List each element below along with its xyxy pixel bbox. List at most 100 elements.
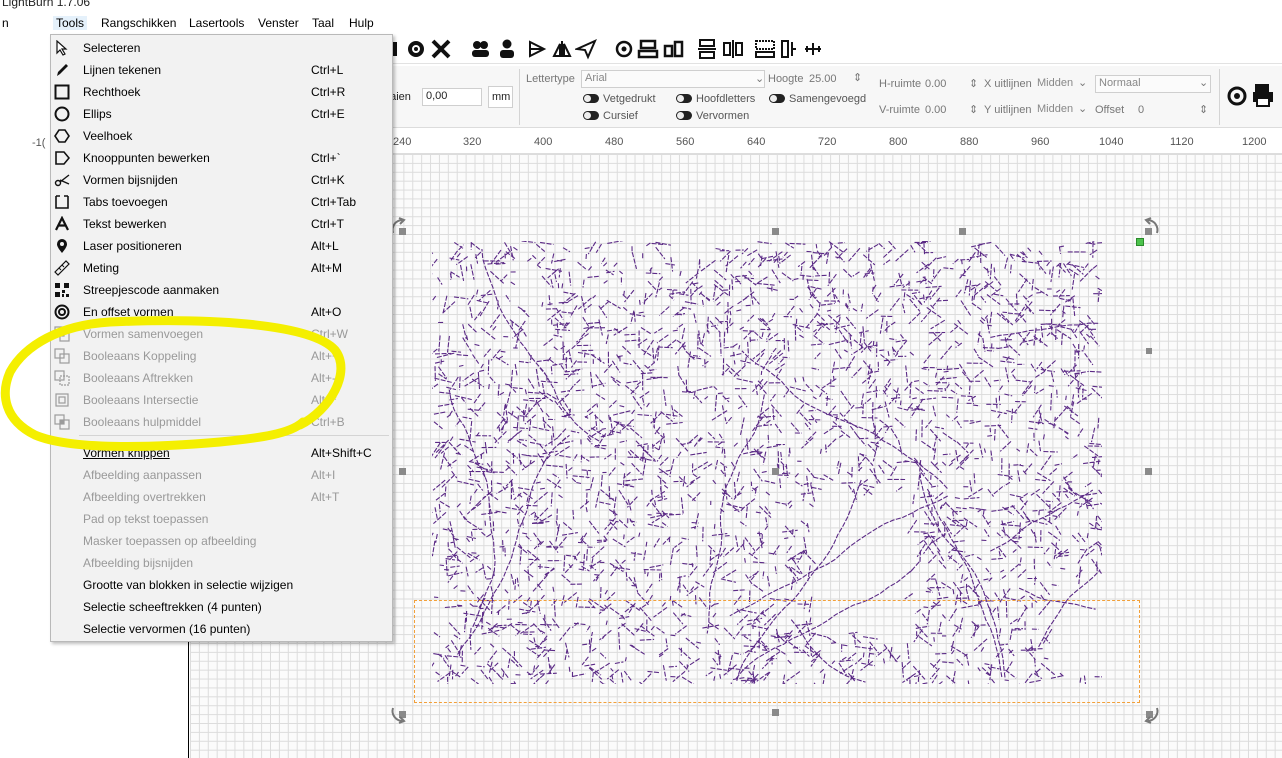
- menu-item-boolean-subtract[interactable]: Booleaans Aftrekken Alt+-: [51, 367, 392, 389]
- selection-handle[interactable]: [1145, 468, 1152, 475]
- menu-item-boolean-intersect[interactable]: Booleaans Intersectie Alt+*: [51, 389, 392, 411]
- mirror-vertical-icon[interactable]: [551, 38, 573, 60]
- selection-handle[interactable]: [959, 228, 966, 235]
- users-icon[interactable]: [469, 38, 491, 60]
- ruler-label: 1040: [1099, 136, 1124, 148]
- menu-item-draw-lines[interactable]: Lijnen tekenen Ctrl+L: [51, 59, 392, 81]
- settings-icon[interactable]: [405, 38, 427, 60]
- spacing-icon[interactable]: [778, 38, 800, 60]
- menu-item-warp-4-points[interactable]: Selectie scheeftrekken (4 punten): [51, 596, 392, 618]
- menu-item-label: Pad op tekst toepassen: [83, 512, 209, 526]
- menu-item-resize-slots[interactable]: Grootte van blokken in selectie wijzigen: [51, 574, 392, 596]
- caps-toggle[interactable]: Hoofdletters: [676, 93, 755, 105]
- rotate-handle-icon[interactable]: [1142, 216, 1162, 236]
- offset-value[interactable]: 0: [1138, 104, 1144, 116]
- menu-item-boolean-union[interactable]: Booleaans Koppeling Alt++: [51, 345, 392, 367]
- menu-item-rectangle[interactable]: Rechthoek Ctrl+R: [51, 81, 392, 103]
- bold-toggle[interactable]: Vetgedrukt: [583, 93, 656, 105]
- cursor-arrow-icon: [56, 40, 68, 56]
- main-toolbar: [393, 34, 1282, 64]
- menu-help[interactable]: Hulp: [349, 16, 374, 30]
- menu-item-trim-shapes[interactable]: Vormen bijsnijden Ctrl+K: [51, 169, 392, 191]
- menu-item-shortcut: Alt+L: [311, 239, 339, 253]
- scissors-icon: [54, 174, 70, 187]
- menu-item-path-on-text[interactable]: Pad op tekst toepassen: [51, 508, 392, 530]
- menu-item-trace-image[interactable]: Afbeelding overtrekken Alt+T: [51, 486, 392, 508]
- menu-file-partial[interactable]: n: [2, 16, 9, 30]
- rotate-input[interactable]: 0,00: [422, 88, 482, 106]
- vspace-label: V-ruimte: [879, 104, 920, 116]
- menu-laser-tools[interactable]: Lasertools: [189, 16, 244, 30]
- anchor-handle-green[interactable]: [1136, 238, 1144, 246]
- selection-handle[interactable]: [772, 228, 779, 235]
- menu-item-barcode[interactable]: Streepjescode aanmaken: [51, 279, 392, 301]
- menu-item-label: Knooppunten bewerken: [83, 151, 210, 165]
- page-align-icon[interactable]: [754, 38, 776, 60]
- coord-stub: -1(: [32, 137, 46, 149]
- distribute-vertical-icon[interactable]: [696, 38, 718, 60]
- distribute-horizontal-icon[interactable]: [722, 38, 744, 60]
- menu-item-shortcut: Ctrl+B: [311, 415, 345, 429]
- user-icon[interactable]: [496, 38, 518, 60]
- send-icon[interactable]: [575, 38, 597, 60]
- menu-item-ellipse[interactable]: Ellips Ctrl+E: [51, 103, 392, 125]
- italic-toggle[interactable]: Cursief: [583, 110, 638, 122]
- menu-item-add-tabs[interactable]: Tabs toevoegen Ctrl+Tab: [51, 191, 392, 213]
- align-center-icon[interactable]: [637, 38, 659, 60]
- menu-item-shortcut: Ctrl+`: [311, 151, 341, 165]
- selection-center-handle[interactable]: [772, 468, 779, 475]
- camera-capture-icon[interactable]: [1225, 84, 1249, 108]
- move-icon[interactable]: [802, 38, 824, 60]
- style-select[interactable]: Normaal: [1095, 75, 1211, 93]
- menu-language[interactable]: Taal: [312, 16, 334, 30]
- menu-item-polygon[interactable]: Veelhoek: [51, 125, 392, 147]
- merged-toggle[interactable]: Samengevoegd: [769, 93, 866, 105]
- rotate-handle-icon[interactable]: [1142, 705, 1162, 725]
- unit-button[interactable]: mm: [488, 86, 513, 108]
- tools-icon[interactable]: [430, 38, 452, 60]
- align-bottom-icon[interactable]: [663, 38, 685, 60]
- menu-tools[interactable]: Tools: [53, 16, 88, 30]
- menu-item-shortcut: Alt+I: [311, 468, 336, 482]
- menu-item-edit-text[interactable]: Tekst bewerken Ctrl+T: [51, 213, 392, 235]
- ruler-label: 960: [1031, 136, 1050, 148]
- menu-item-offset-shapes[interactable]: En offset vormen Alt+O: [51, 301, 392, 323]
- menu-item-boolean-tool[interactable]: Booleaans hulpmiddel Ctrl+B: [51, 411, 392, 433]
- vspace-spinner-icon[interactable]: ⇕: [969, 103, 978, 116]
- menu-item-adjust-image[interactable]: Afbeelding aanpassen Alt+I: [51, 464, 392, 486]
- target-icon[interactable]: [613, 38, 635, 60]
- selection-handle[interactable]: [772, 709, 779, 716]
- menu-item-cut-shapes[interactable]: Vormen knippen Alt+Shift+C: [51, 442, 392, 464]
- mirror-horizontal-icon[interactable]: [527, 38, 549, 60]
- menu-item-weld-shapes[interactable]: Vormen samenvoegen Ctrl+W: [51, 323, 392, 345]
- menu-item-mask-image[interactable]: Masker toepassen op afbeelding: [51, 530, 392, 552]
- caps-label: Hoofdletters: [696, 93, 756, 105]
- distort-toggle[interactable]: Vervormen: [676, 110, 749, 122]
- rotate-handle-icon[interactable]: [388, 705, 408, 725]
- menu-item-position-laser[interactable]: Laser positioneren Alt+L: [51, 235, 392, 257]
- edit-nodes-icon: [55, 151, 70, 165]
- hspace-value[interactable]: 0.00: [925, 78, 946, 90]
- menu-item-label: Tekst bewerken: [83, 217, 167, 231]
- menu-item-select[interactable]: Selecteren: [51, 37, 392, 59]
- selection-handle[interactable]: [1146, 348, 1152, 354]
- menu-item-edit-nodes[interactable]: Knooppunten bewerken Ctrl+`: [51, 147, 392, 169]
- menu-item-label: Streepjescode aanmaken: [83, 283, 220, 297]
- font-select[interactable]: Arial: [581, 70, 765, 88]
- menu-item-shortcut: Alt+T: [311, 490, 340, 504]
- menu-item-crop-image[interactable]: Afbeelding bijsnijden: [51, 552, 392, 574]
- height-value[interactable]: 25.00: [809, 73, 837, 85]
- height-spinner-icon[interactable]: ⇕: [853, 71, 862, 84]
- menu-item-deform-16-points[interactable]: Selectie vervormen (16 punten): [51, 618, 392, 640]
- pen-icon: [57, 64, 68, 76]
- offset-spinner-icon[interactable]: ⇕: [1199, 103, 1208, 116]
- menu-item-label: Afbeelding bijsnijden: [83, 556, 194, 570]
- selection-handle[interactable]: [399, 468, 406, 475]
- hspace-spinner-icon[interactable]: ⇕: [969, 77, 978, 90]
- menu-arrange[interactable]: Rangschikken: [101, 16, 176, 30]
- menu-item-measure[interactable]: Meting Alt+M: [51, 257, 392, 279]
- selection-dashed-box: [414, 600, 1140, 703]
- laser-printer-icon[interactable]: [1251, 82, 1275, 108]
- vspace-value[interactable]: 0.00: [925, 104, 946, 116]
- menu-window[interactable]: Venster: [258, 16, 299, 30]
